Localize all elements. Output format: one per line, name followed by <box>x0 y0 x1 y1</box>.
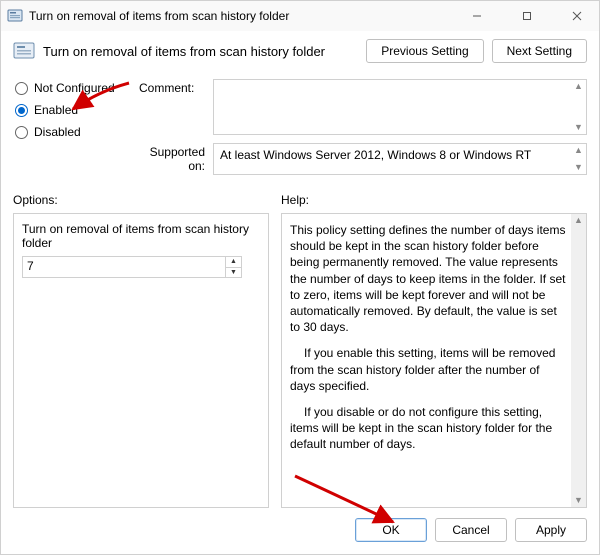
scroll-up-icon: ▲ <box>574 82 583 91</box>
scroll-up-icon: ▲ <box>574 216 583 225</box>
panes-row: Turn on removal of items from scan histo… <box>1 211 599 508</box>
upper-block: Not Configured Enabled Disabled Comment:… <box>1 75 599 177</box>
comment-label: Comment: <box>139 79 209 135</box>
help-label: Help: <box>281 193 587 207</box>
help-scrollbar[interactable]: ▲ ▼ <box>571 214 586 507</box>
titlebar: Turn on removal of items from scan histo… <box>1 1 599 31</box>
ok-button[interactable]: OK <box>355 518 427 542</box>
scroll-down-icon: ▼ <box>574 496 583 505</box>
spinner-buttons: ▲ ▼ <box>225 257 241 277</box>
scroll-down-icon: ▼ <box>574 123 583 132</box>
radio-not-configured-label: Not Configured <box>34 81 115 95</box>
spinner-up-button[interactable]: ▲ <box>226 257 241 268</box>
days-spinner-value[interactable]: 7 <box>23 257 225 277</box>
header-row: Turn on removal of items from scan histo… <box>1 31 599 75</box>
options-pane: Turn on removal of items from scan histo… <box>13 213 269 508</box>
radio-icon <box>15 82 28 95</box>
radio-icon <box>15 126 28 139</box>
comment-textarea[interactable]: ▲ ▼ <box>213 79 587 135</box>
state-radio-group: Not Configured Enabled Disabled <box>15 79 135 175</box>
supported-on-label: Supported on: <box>139 143 209 175</box>
comment-scrollbar[interactable]: ▲ ▼ <box>571 80 586 134</box>
radio-disabled-label: Disabled <box>34 125 81 139</box>
scroll-down-icon: ▼ <box>574 163 583 172</box>
policy-heading-icon <box>13 40 35 62</box>
apply-button[interactable]: Apply <box>515 518 587 542</box>
radio-enabled[interactable]: Enabled <box>15 103 135 117</box>
supported-on-value: At least Windows Server 2012, Windows 8 … <box>220 148 531 162</box>
radio-enabled-label: Enabled <box>34 103 78 117</box>
scroll-up-icon: ▲ <box>574 146 583 155</box>
days-spinner[interactable]: 7 ▲ ▼ <box>22 256 242 278</box>
next-setting-button[interactable]: Next Setting <box>492 39 587 63</box>
options-title: Turn on removal of items from scan histo… <box>22 222 260 250</box>
previous-setting-button[interactable]: Previous Setting <box>366 39 483 63</box>
help-paragraph-3: If you disable or do not configure this … <box>290 404 568 453</box>
policy-dialog-window: Turn on removal of items from scan histo… <box>0 0 600 555</box>
help-paragraph-1: This policy setting defines the number o… <box>290 222 568 335</box>
options-label: Options: <box>13 193 269 207</box>
supported-on-field: At least Windows Server 2012, Windows 8 … <box>213 143 587 175</box>
policy-heading: Turn on removal of items from scan histo… <box>43 44 358 59</box>
close-button[interactable] <box>555 1 599 31</box>
supported-scrollbar[interactable]: ▲ ▼ <box>571 144 586 174</box>
mid-labels: Options: Help: <box>1 177 599 211</box>
policy-icon <box>7 8 23 24</box>
radio-not-configured[interactable]: Not Configured <box>15 81 135 95</box>
radio-disabled[interactable]: Disabled <box>15 125 135 139</box>
help-pane: This policy setting defines the number o… <box>281 213 587 508</box>
dialog-footer: OK Cancel Apply <box>1 508 599 554</box>
help-paragraph-2: If you enable this setting, items will b… <box>290 345 568 394</box>
spinner-down-button[interactable]: ▼ <box>226 268 241 278</box>
cancel-button[interactable]: Cancel <box>435 518 507 542</box>
radio-icon <box>15 104 28 117</box>
minimize-button[interactable] <box>455 1 499 31</box>
maximize-button[interactable] <box>505 1 549 31</box>
window-title: Turn on removal of items from scan histo… <box>29 9 449 23</box>
